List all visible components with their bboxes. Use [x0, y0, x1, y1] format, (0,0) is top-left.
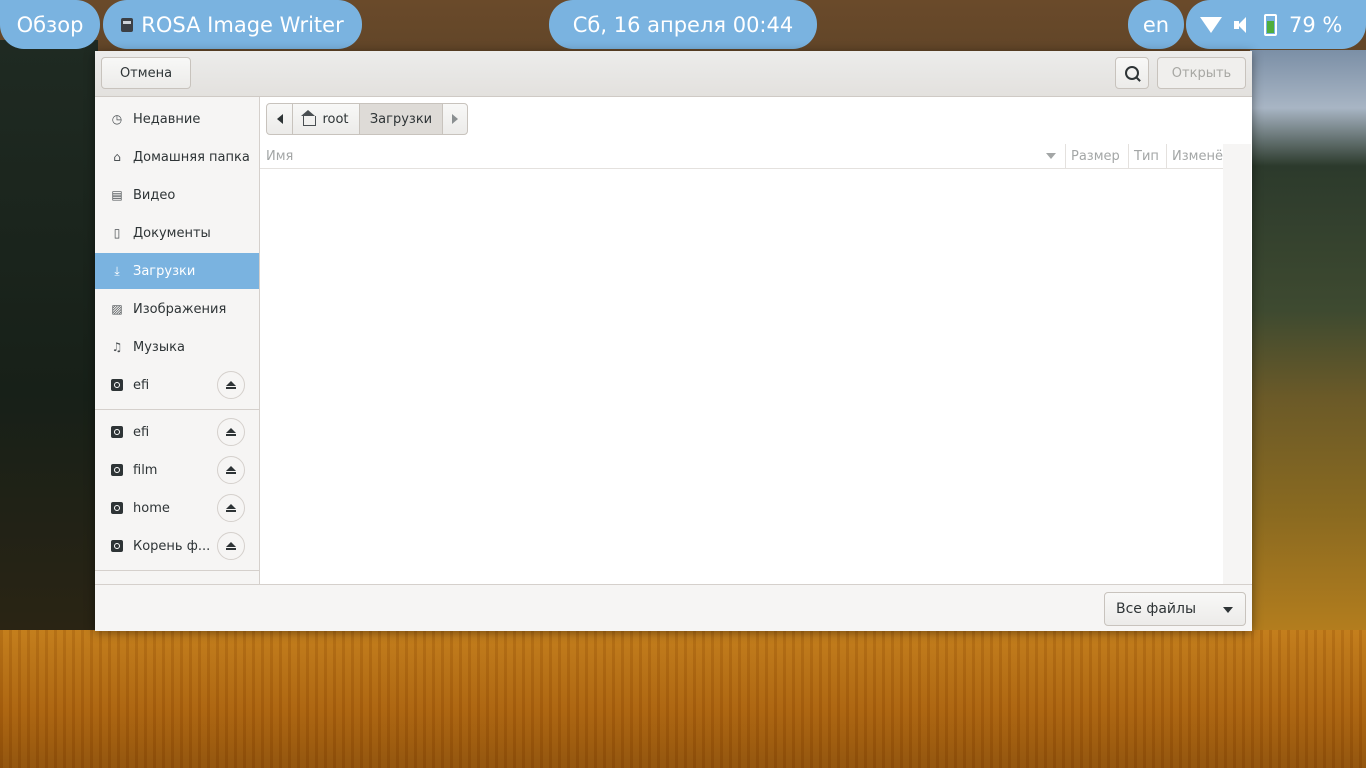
- drive-icon: [110, 463, 124, 477]
- activities-button[interactable]: Обзор: [0, 0, 100, 49]
- path-forward-button[interactable]: [442, 103, 468, 135]
- chevron-down-icon: [1223, 607, 1233, 613]
- sidebar-item-label: Изображения: [133, 301, 227, 317]
- wifi-icon: [1200, 16, 1222, 33]
- home-icon: [301, 110, 317, 126]
- sidebar-item-home-device[interactable]: home: [95, 490, 259, 526]
- path-bar: root Загрузки: [266, 103, 468, 135]
- scrollbar[interactable]: [1223, 144, 1251, 584]
- sort-arrow-icon: [1046, 153, 1056, 159]
- sidebar-item-label: film: [133, 462, 158, 478]
- eject-icon[interactable]: [217, 418, 245, 446]
- sidebar-item-label: home: [133, 500, 170, 516]
- path-segment-label: Загрузки: [369, 111, 433, 127]
- home-icon: ⌂: [113, 150, 121, 164]
- sidebar-item-label: Корень ф...: [133, 538, 211, 554]
- drive-icon: [110, 539, 124, 553]
- file-chooser-dialog: Отмена Открыть ◷ Недавние ⌂ Домашняя пап…: [95, 51, 1252, 631]
- path-back-button[interactable]: [266, 103, 293, 135]
- sidebar-item-label: Документы: [133, 225, 211, 241]
- search-icon: [1125, 66, 1139, 80]
- video-icon: ▤: [111, 188, 123, 202]
- dialog-footer: Все файлы: [95, 584, 1252, 631]
- sidebar-item-film[interactable]: film: [95, 452, 259, 488]
- sidebar-item-music[interactable]: ♫ Музыка: [95, 329, 259, 365]
- app-icon: [121, 17, 134, 32]
- sidebar-item-label: Видео: [133, 187, 176, 203]
- app-menu-button[interactable]: ROSA Image Writer: [103, 0, 362, 49]
- sidebar-item-downloads[interactable]: ⤓ Загрузки: [95, 253, 259, 289]
- path-segment-label: root: [322, 111, 349, 127]
- battery-icon: [1264, 13, 1277, 36]
- recent-icon: ◷: [111, 112, 123, 126]
- file-filter-select[interactable]: Все файлы: [1104, 592, 1246, 626]
- sidebar-item-home[interactable]: ⌂ Домашняя папка: [95, 139, 259, 175]
- sidebar-item-label: efi: [133, 377, 150, 393]
- dialog-header: Отмена Открыть: [95, 51, 1252, 97]
- clock-label: Сб, 16 апреля 00:44: [572, 12, 794, 37]
- battery-percent: 79 %: [1289, 12, 1343, 37]
- system-status-menu[interactable]: 79 %: [1186, 0, 1366, 49]
- file-filter-label: Все файлы: [1116, 601, 1197, 617]
- sidebar-item-pictures[interactable]: ▨ Изображения: [95, 291, 259, 327]
- sidebar-item-video[interactable]: ▤ Видео: [95, 177, 259, 213]
- activities-label: Обзор: [16, 12, 84, 37]
- drive-icon: [110, 378, 124, 392]
- documents-icon: ▯: [113, 226, 121, 240]
- app-name-label: ROSA Image Writer: [141, 12, 344, 37]
- sidebar-item-root-fs[interactable]: Корень ф...: [95, 528, 259, 564]
- column-type[interactable]: Тип: [1128, 144, 1166, 168]
- sidebar-item-label: Музыка: [133, 339, 185, 355]
- wallpaper-forest-left: [0, 40, 98, 630]
- chevron-right-icon: [452, 114, 458, 124]
- column-modified[interactable]: Изменён: [1166, 144, 1223, 168]
- music-icon: ♫: [111, 340, 123, 354]
- wallpaper-forest-right: [1250, 50, 1366, 630]
- sidebar-item-documents[interactable]: ▯ Документы: [95, 215, 259, 251]
- search-button[interactable]: [1115, 57, 1149, 89]
- language-label: en: [1142, 12, 1170, 37]
- drive-icon: [110, 425, 124, 439]
- column-size[interactable]: Размер: [1065, 144, 1128, 168]
- sidebar-item-label: Недавние: [133, 111, 201, 127]
- wallpaper-field: [0, 630, 1366, 768]
- column-name[interactable]: Имя: [266, 144, 1066, 168]
- sidebar-item-label: efi: [133, 424, 150, 440]
- places-sidebar: ◷ Недавние ⌂ Домашняя папка ▤ Видео ▯ До…: [95, 97, 260, 584]
- volume-icon: [1234, 16, 1252, 33]
- eject-icon[interactable]: [217, 532, 245, 560]
- sidebar-separator: [95, 409, 259, 410]
- sidebar-item-recent[interactable]: ◷ Недавние: [95, 101, 259, 137]
- sidebar-item-efi[interactable]: efi: [95, 367, 259, 403]
- sidebar-item-label: Загрузки: [133, 263, 196, 279]
- keyboard-layout-button[interactable]: en: [1128, 0, 1184, 49]
- drive-icon: [110, 501, 124, 515]
- sidebar-item-efi-device[interactable]: efi: [95, 414, 259, 450]
- file-list-area: root Загрузки Имя Размер Тип Изменён: [260, 97, 1252, 584]
- column-header: Имя Размер Тип Изменён: [260, 144, 1223, 169]
- path-segment-root[interactable]: root: [292, 103, 360, 135]
- eject-icon[interactable]: [217, 456, 245, 484]
- path-segment-downloads[interactable]: Загрузки: [359, 103, 443, 135]
- chevron-left-icon: [276, 114, 283, 124]
- eject-icon[interactable]: [217, 371, 245, 399]
- download-icon: ⤓: [114, 263, 120, 278]
- sidebar-separator: [95, 570, 259, 571]
- pictures-icon: ▨: [111, 302, 123, 316]
- cancel-button[interactable]: Отмена: [101, 57, 191, 89]
- eject-icon[interactable]: [217, 494, 245, 522]
- clock-button[interactable]: Сб, 16 апреля 00:44: [549, 0, 817, 49]
- sidebar-item-label: Домашняя папка: [133, 149, 250, 165]
- open-button[interactable]: Открыть: [1157, 57, 1246, 89]
